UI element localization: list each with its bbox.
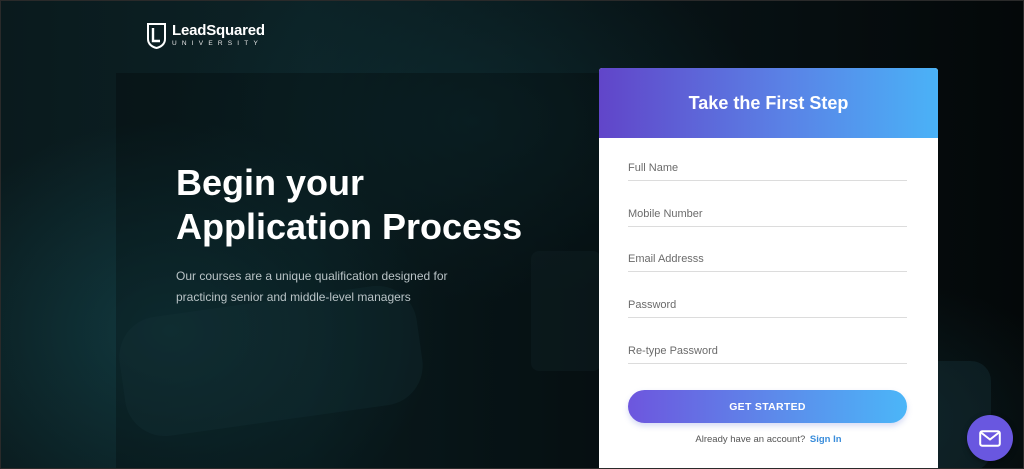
email-field	[628, 247, 907, 272]
hero-description: Our courses are a unique qualification d…	[176, 269, 448, 304]
brand-text: LeadSquared UNIVERSITY	[172, 23, 265, 48]
retype-password-input[interactable]	[628, 339, 907, 363]
email-input[interactable]	[628, 247, 907, 271]
hero-title: Begin your Application Process	[176, 161, 576, 249]
get-started-button[interactable]: GET STARTED	[628, 390, 907, 423]
mobile-number-field	[628, 202, 907, 227]
form-title: Take the First Step	[688, 92, 849, 113]
signup-form-card: Take the First Step GET STARTED Already …	[599, 68, 938, 468]
password-field	[628, 293, 907, 318]
hero-title-line1: Begin your	[176, 162, 365, 203]
hero-title-line2: Application Process	[176, 206, 523, 247]
chat-button[interactable]	[967, 415, 1013, 461]
signin-row: Already have an account? Sign In	[599, 434, 938, 445]
brand-subtitle: UNIVERSITY	[172, 40, 264, 47]
page-background: LeadSquared UNIVERSITY Begin your Applic…	[0, 0, 1024, 469]
brand-logo[interactable]: LeadSquared UNIVERSITY	[147, 22, 265, 49]
full-name-field	[628, 156, 907, 181]
full-name-input[interactable]	[628, 156, 907, 180]
form-header: Take the First Step	[599, 68, 938, 138]
brand-name: LeadSquared	[172, 22, 265, 39]
shield-icon	[147, 23, 166, 49]
signin-prompt: Already have an account?	[695, 434, 806, 445]
mobile-number-input[interactable]	[628, 202, 907, 226]
password-input[interactable]	[628, 293, 907, 317]
signin-link[interactable]: Sign In	[810, 434, 842, 445]
retype-password-field	[628, 339, 907, 364]
mail-icon	[979, 429, 1001, 447]
